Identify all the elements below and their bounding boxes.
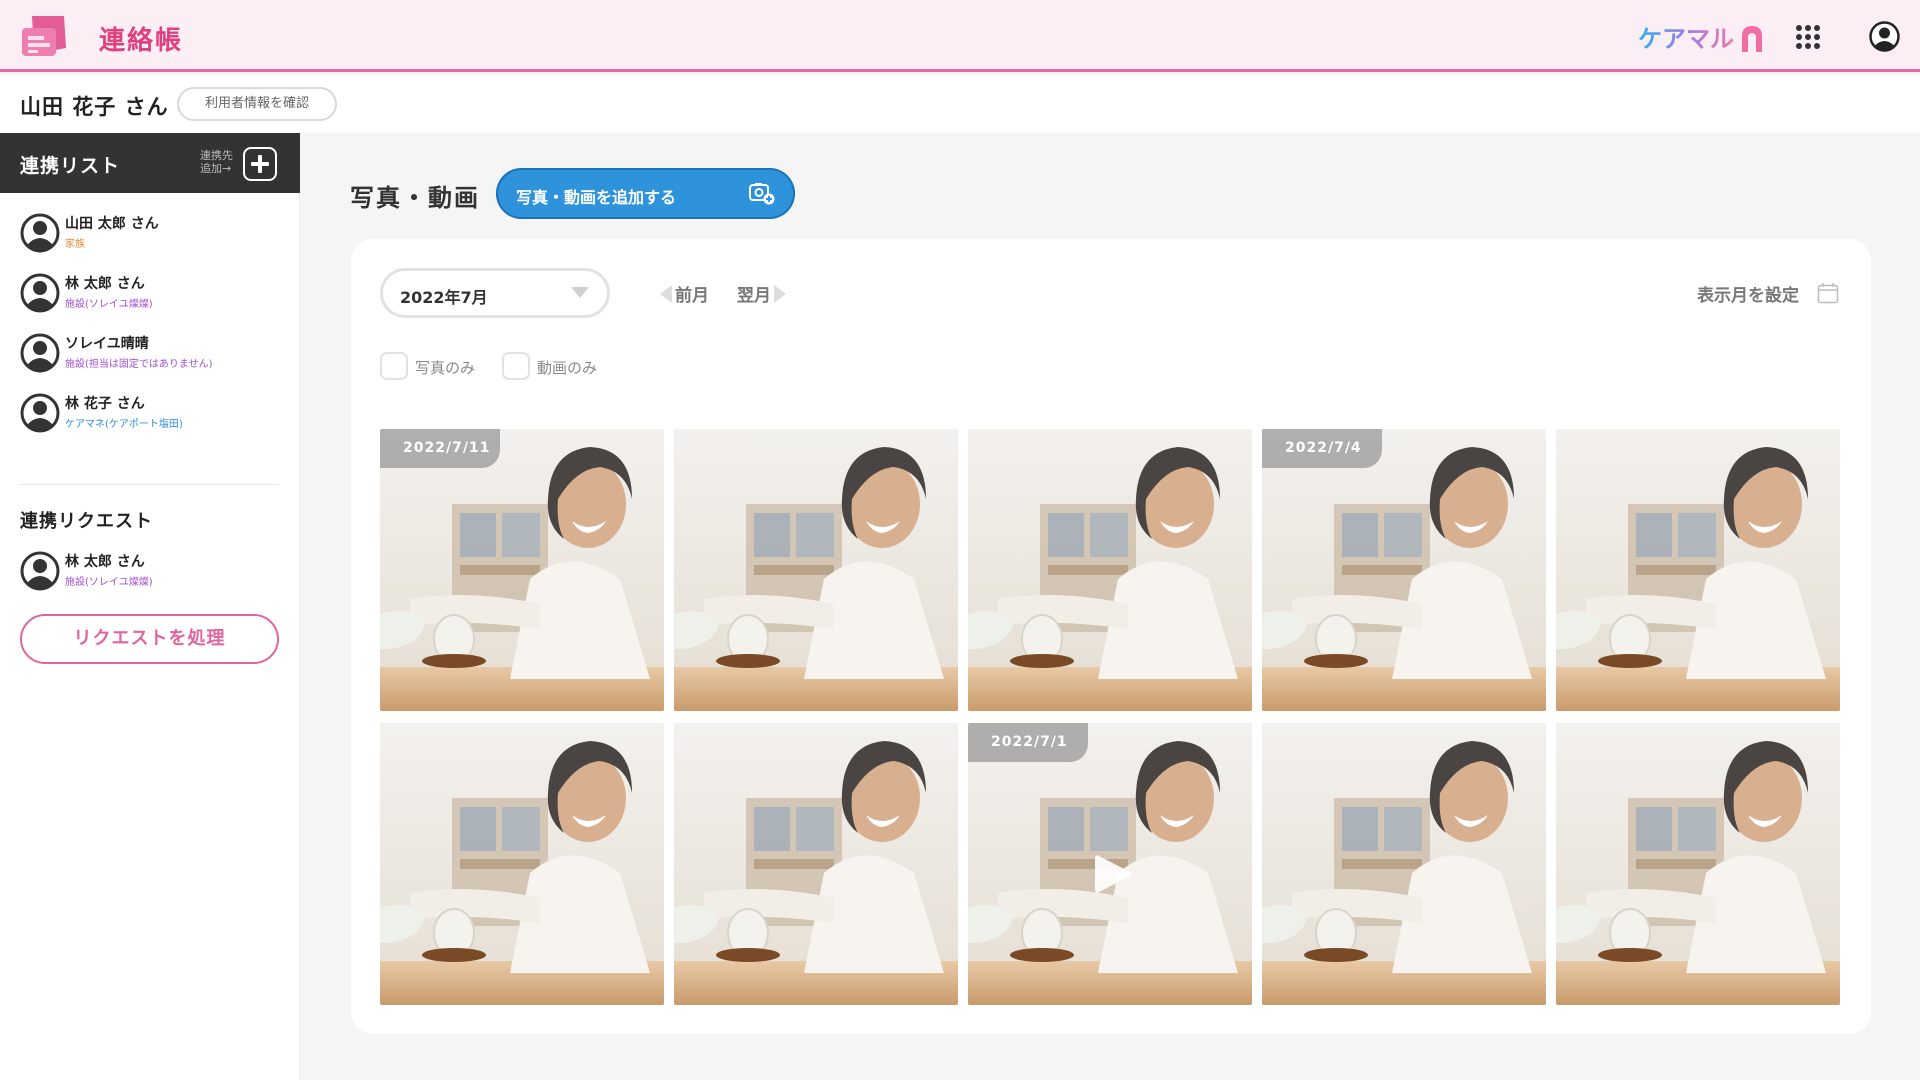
checkbox[interactable]	[380, 352, 408, 380]
process-request-button[interactable]: リクエストを処理	[20, 614, 279, 664]
brand-logo: ケアマル	[1638, 25, 1762, 53]
notebook-logo-icon	[22, 16, 66, 56]
sidebar-title: 連携リスト	[20, 155, 121, 177]
photo-tile[interactable]	[968, 429, 1252, 711]
contact-name: 山田 太郎 さん	[65, 216, 159, 232]
arrow-left-icon	[660, 285, 672, 303]
photo-image	[1556, 429, 1840, 711]
app-header: 連絡帳 ケアマル	[0, 0, 1920, 72]
month-select[interactable]: 2022年7月	[380, 268, 610, 318]
photo-tile[interactable]	[380, 723, 664, 1005]
add-photo-icon	[749, 183, 775, 205]
photo-tile[interactable]: 2022/7/4	[1262, 429, 1546, 711]
contact-role: 家族	[65, 239, 85, 250]
user-name: 山田 花子 さん	[20, 95, 169, 119]
photo-image	[1556, 723, 1840, 1005]
contact-item[interactable]: 林 花子 さん ケアマネ(ケアポート塩田)	[20, 391, 280, 437]
sidebar: 連携リスト 連携先 追加→ 山田 太郎 さん 家族 林 太郎 さん 施設(ソレイ…	[0, 133, 300, 1080]
add-media-button[interactable]: 写真・動画を追加する	[496, 168, 795, 219]
apps-grid-icon[interactable]	[1795, 24, 1821, 50]
avatar-icon	[20, 213, 60, 253]
filter-photos-only[interactable]: 写真のみ	[380, 352, 490, 382]
contact-item[interactable]: 林 太郎 さん 施設(ソレイユ燦燦)	[20, 271, 280, 317]
photo-tile[interactable]	[674, 723, 958, 1005]
app-title: 連絡帳	[99, 26, 184, 56]
requests-title: 連携リクエスト	[20, 511, 153, 532]
photo-image	[674, 429, 958, 711]
photo-tile[interactable]	[1262, 723, 1546, 1005]
next-month-label: 翌月	[737, 286, 771, 306]
photo-image	[1262, 429, 1546, 711]
video-tile[interactable]: 2022/7/1	[968, 723, 1252, 1005]
filter-videos-only[interactable]: 動画のみ	[502, 352, 612, 382]
photo-tile[interactable]	[1556, 723, 1840, 1005]
photo-image	[380, 429, 664, 711]
account-icon[interactable]	[1869, 21, 1900, 52]
prev-month-button[interactable]: 前月	[660, 281, 709, 306]
sidebar-divider	[20, 484, 279, 485]
request-name: 林 太郎 さん	[65, 554, 145, 570]
play-icon[interactable]	[1093, 852, 1133, 896]
photo-image	[674, 723, 958, 1005]
media-grid: 2022/7/11 2022/7/4 2022/7/1	[380, 429, 1840, 1005]
request-item[interactable]: 林 太郎 さん 施設(ソレイユ燦燦)	[20, 549, 280, 595]
photo-tile[interactable]: 2022/7/11	[380, 429, 664, 711]
add-contact-label: 連携先 追加→	[200, 149, 233, 175]
date-badge: 2022/7/1	[968, 723, 1088, 762]
arrow-right-icon	[774, 285, 786, 303]
filter-label: 写真のみ	[415, 359, 476, 377]
photo-tile[interactable]	[674, 429, 958, 711]
sidebar-header: 連携リスト 連携先 追加→	[0, 133, 300, 193]
brand-text: ケアマル	[1638, 25, 1734, 53]
avatar-icon	[20, 393, 60, 433]
date-badge: 2022/7/4	[1262, 429, 1382, 468]
date-badge: 2022/7/11	[380, 429, 500, 468]
photo-image	[380, 723, 664, 1005]
user-bar: 山田 花子 さん 利用者情報を確認	[0, 75, 1920, 133]
contact-name: ソレイユ晴晴	[65, 336, 149, 352]
photo-tile[interactable]	[1556, 429, 1840, 711]
add-contact-button[interactable]	[243, 147, 277, 181]
photo-image	[968, 429, 1252, 711]
chevron-down-icon	[571, 287, 589, 298]
request-role: 施設(ソレイユ燦燦)	[65, 577, 153, 588]
contact-item[interactable]: 山田 太郎 さん 家族	[20, 211, 280, 257]
contact-role: 施設(ソレイユ燦燦)	[65, 299, 153, 310]
contact-role: ケアマネ(ケアポート塩田)	[65, 419, 183, 430]
next-month-button[interactable]: 翌月	[737, 281, 786, 306]
contact-item[interactable]: ソレイユ晴晴 施設(担当は固定ではありません)	[20, 331, 280, 377]
avatar-icon	[20, 333, 60, 373]
filter-label: 動画のみ	[537, 359, 598, 377]
checkbox[interactable]	[502, 352, 530, 380]
photo-image	[1262, 723, 1546, 1005]
month-value: 2022年7月	[400, 288, 488, 307]
prev-month-label: 前月	[675, 286, 709, 306]
contact-name: 林 太郎 さん	[65, 276, 145, 292]
avatar-icon	[20, 551, 60, 591]
page-title: 写真・動画	[350, 184, 480, 212]
calendar-icon[interactable]	[1817, 282, 1839, 304]
avatar-icon	[20, 273, 60, 313]
contact-name: 林 花子 さん	[65, 396, 145, 412]
user-info-button[interactable]: 利用者情報を確認	[177, 87, 337, 121]
contact-role: 施設(担当は固定ではありません)	[65, 359, 213, 370]
add-media-label: 写真・動画を追加する	[516, 188, 677, 207]
set-month-button[interactable]: 表示月を設定	[1697, 281, 1799, 306]
